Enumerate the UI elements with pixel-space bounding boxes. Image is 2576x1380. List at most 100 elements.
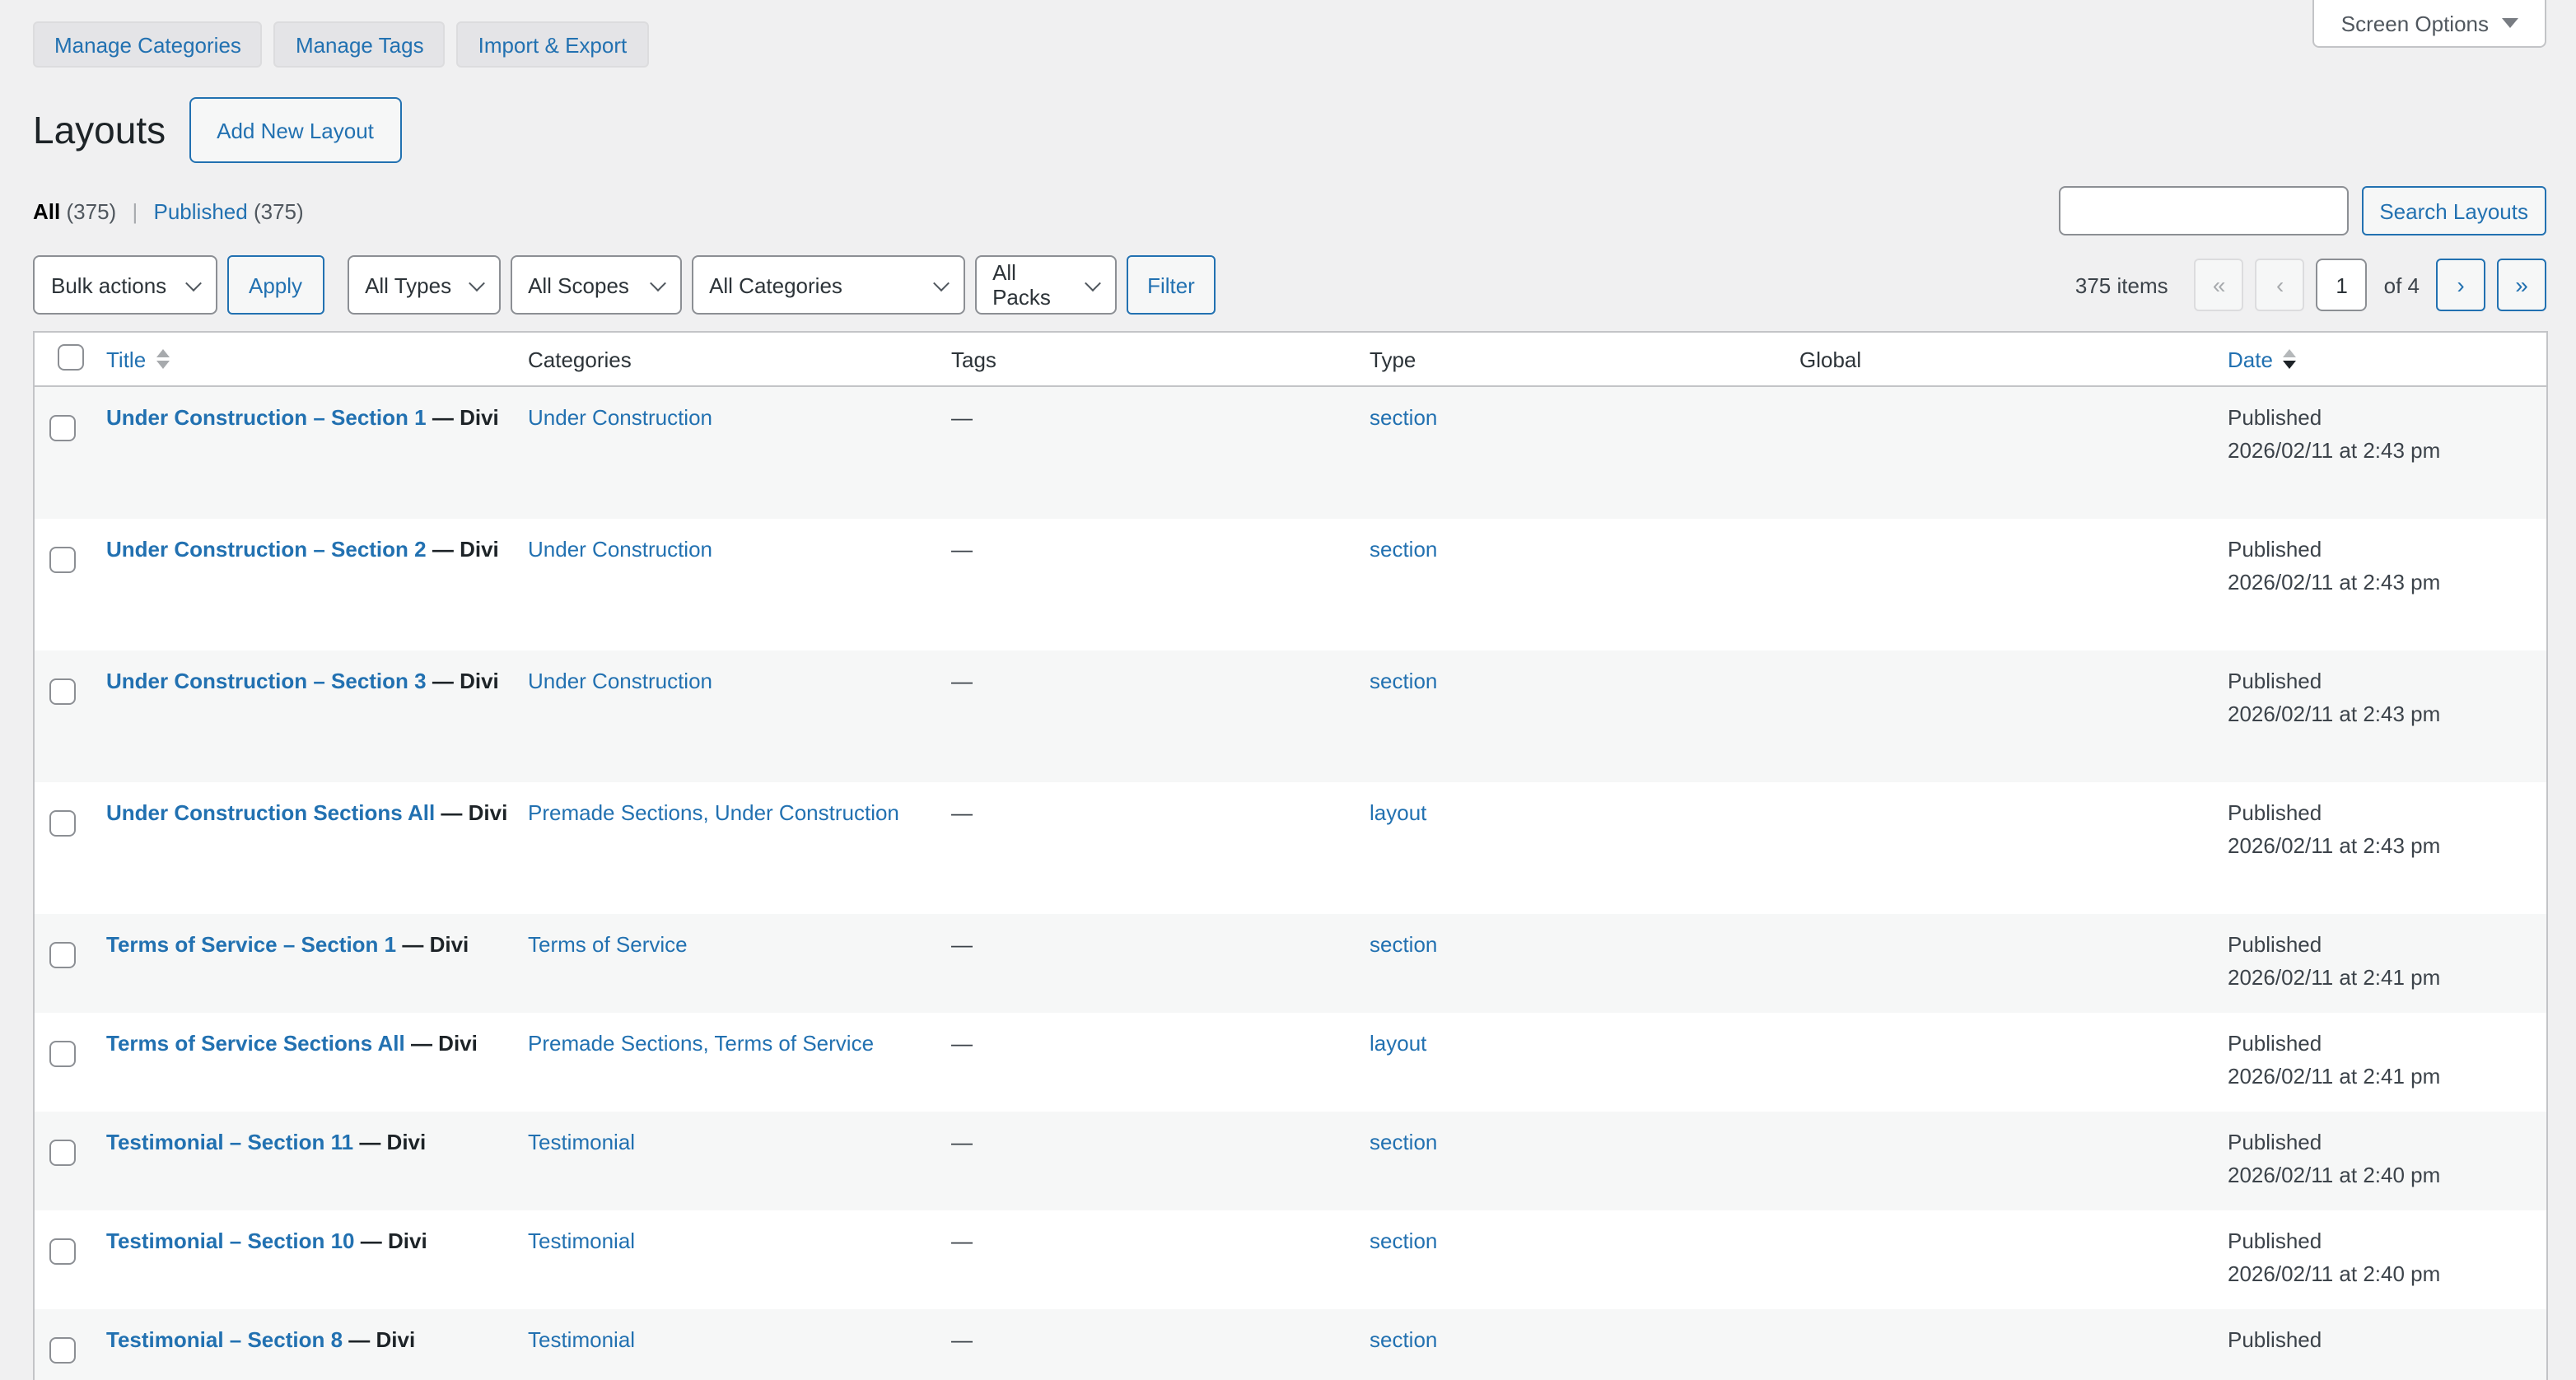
sort-by-date[interactable]: Date (2228, 347, 2296, 371)
layout-title-link[interactable]: Terms of Service Sections All (106, 1030, 405, 1055)
category-links[interactable]: Testimonial (528, 1228, 635, 1252)
status-label: Published (2228, 668, 2322, 692)
category-links[interactable]: Testimonial (528, 1326, 635, 1351)
apply-button[interactable]: Apply (227, 255, 324, 315)
tags-value: — (951, 1326, 973, 1351)
next-page-button[interactable]: › (2436, 259, 2485, 311)
manage-tags-button[interactable]: Manage Tags (274, 21, 446, 68)
type-link[interactable]: section (1370, 668, 1437, 692)
view-filter-links: All (375) | Published (375) (33, 198, 304, 223)
category-links[interactable]: Terms of Service (528, 931, 688, 956)
type-link[interactable]: layout (1370, 1030, 1426, 1055)
date-cell: Published 2026/02/11 at 2:40 pm (2228, 1111, 2547, 1210)
date-cell: Published (2228, 1308, 2547, 1380)
tags-value: — (951, 1228, 973, 1252)
layout-title-link[interactable]: Testimonial – Section 8 (106, 1326, 343, 1351)
type-link[interactable]: section (1370, 405, 1437, 430)
scopes-filter-value: All Scopes (528, 273, 629, 297)
current-page-input[interactable] (2317, 259, 2368, 311)
last-page-button[interactable]: » (2497, 259, 2546, 311)
category-links[interactable]: Under Construction (528, 405, 712, 430)
sort-by-title[interactable]: Title (106, 347, 169, 371)
global-value (1799, 781, 2228, 913)
table-row: Testimonial – Section 11 — Divi Testimon… (34, 1111, 2547, 1210)
bulk-actions-select[interactable]: Bulk actions (33, 255, 217, 315)
post-state-label: — Divi (427, 536, 499, 561)
layout-title-link[interactable]: Testimonial – Section 11 (106, 1129, 353, 1154)
row-checkbox[interactable] (49, 1238, 76, 1264)
view-published-link[interactable]: Published (154, 198, 248, 223)
add-new-layout-button[interactable]: Add New Layout (189, 97, 402, 163)
type-column-header: Type (1370, 332, 1799, 386)
status-label: Published (2228, 1129, 2322, 1154)
types-filter-select[interactable]: All Types (347, 255, 500, 315)
type-link[interactable]: section (1370, 931, 1437, 956)
scopes-filter-select[interactable]: All Scopes (510, 255, 681, 315)
screen-options-toggle[interactable]: Screen Options (2313, 0, 2546, 48)
table-row: Under Construction – Section 1 — Divi Un… (34, 386, 2547, 518)
sort-asc-icon (2283, 349, 2296, 357)
row-checkbox[interactable] (49, 1139, 76, 1165)
layout-title-link[interactable]: Under Construction – Section 1 (106, 405, 427, 430)
type-link[interactable]: section (1370, 1129, 1437, 1154)
view-all-count: (375) (67, 198, 117, 223)
search-input[interactable] (2058, 186, 2348, 235)
category-links[interactable]: Under Construction (528, 536, 712, 561)
date-value: 2026/02/11 at 2:40 pm (2228, 1162, 2440, 1187)
search-layouts-button[interactable]: Search Layouts (2361, 186, 2546, 235)
select-all-checkbox[interactable] (58, 343, 84, 370)
layout-title-link[interactable]: Terms of Service – Section 1 (106, 931, 396, 956)
category-links[interactable]: Premade Sections, Terms of Service (528, 1030, 874, 1055)
tags-value: — (951, 536, 973, 561)
filter-actions: Bulk actions Apply All Types All Scopes … (33, 255, 1216, 315)
search-box: Search Layouts (2058, 186, 2546, 235)
row-checkbox[interactable] (49, 809, 76, 836)
categories-filter-select[interactable]: All Categories (691, 255, 964, 315)
post-state-label: — Divi (427, 405, 499, 430)
table-row: Testimonial – Section 10 — Divi Testimon… (34, 1210, 2547, 1308)
category-links[interactable]: Under Construction (528, 668, 712, 692)
row-checkbox[interactable] (49, 1040, 76, 1066)
import-export-button[interactable]: Import & Export (457, 21, 649, 68)
layout-title-link[interactable]: Under Construction – Section 2 (106, 536, 427, 561)
page-title-row: Layouts Add New Layout (0, 68, 2576, 163)
post-state-label: — Divi (353, 1129, 426, 1154)
chevron-down-icon (185, 274, 202, 291)
sort-arrows-icon (156, 349, 169, 369)
row-checkbox[interactable] (49, 415, 76, 441)
type-link[interactable]: section (1370, 1326, 1437, 1351)
layout-title-link[interactable]: Testimonial – Section 10 (106, 1228, 355, 1252)
post-state-label: — Divi (427, 668, 499, 692)
row-checkbox[interactable] (49, 546, 76, 572)
date-cell: Published 2026/02/11 at 2:41 pm (2228, 913, 2547, 1012)
row-checkbox[interactable] (49, 678, 76, 704)
type-link[interactable]: section (1370, 1228, 1437, 1252)
tags-value: — (951, 1030, 973, 1055)
category-links[interactable]: Premade Sections, Under Construction (528, 800, 899, 824)
type-link[interactable]: section (1370, 536, 1437, 561)
packs-filter-select[interactable]: All Packs (974, 255, 1116, 315)
category-links[interactable]: Testimonial (528, 1129, 635, 1154)
row-checkbox[interactable] (49, 1336, 76, 1363)
view-all-link[interactable]: All (33, 198, 60, 223)
date-value: 2026/02/11 at 2:40 pm (2228, 1261, 2440, 1285)
sort-desc-icon (2283, 361, 2296, 369)
date-cell: Published 2026/02/11 at 2:43 pm (2228, 386, 2547, 518)
layout-title-link[interactable]: Under Construction Sections All (106, 800, 435, 824)
status-label: Published (2228, 1326, 2322, 1351)
tablenav-top: Bulk actions Apply All Types All Scopes … (33, 255, 2546, 315)
chevron-down-icon (649, 274, 665, 291)
type-link[interactable]: layout (1370, 800, 1426, 824)
date-cell: Published 2026/02/11 at 2:41 pm (2228, 1012, 2547, 1111)
filter-button[interactable]: Filter (1126, 255, 1216, 315)
date-value: 2026/02/11 at 2:43 pm (2228, 438, 2440, 463)
layout-title-link[interactable]: Under Construction – Section 3 (106, 668, 427, 692)
layouts-admin-page: Screen Options Manage Categories Manage … (0, 0, 2576, 1380)
global-value (1799, 1012, 2228, 1111)
manage-categories-button[interactable]: Manage Categories (33, 21, 263, 68)
status-label: Published (2228, 800, 2322, 824)
chevron-down-icon (932, 274, 949, 291)
pagination: 375 items « ‹ of 4 › » (2075, 259, 2546, 311)
tags-value: — (951, 668, 973, 692)
row-checkbox[interactable] (49, 941, 76, 967)
